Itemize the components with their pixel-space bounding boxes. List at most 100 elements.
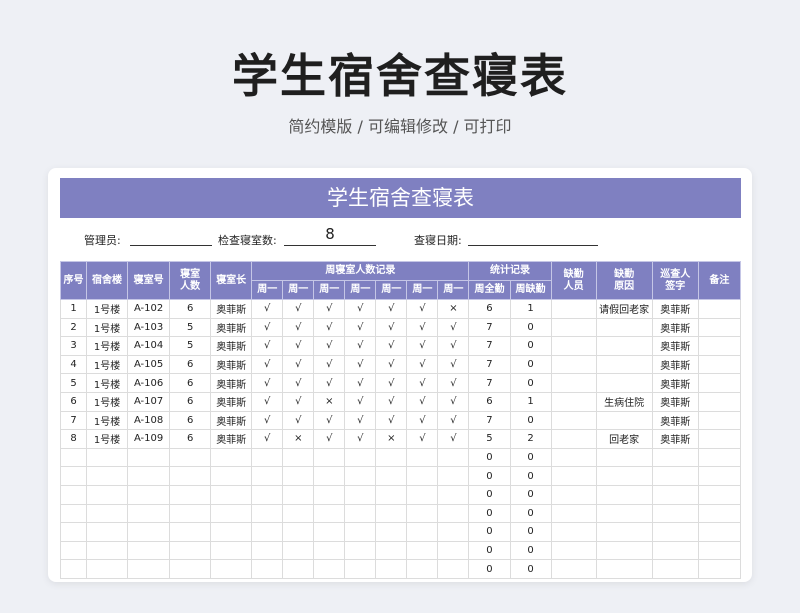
absence-reason-cell[interactable] [595, 484, 653, 505]
day-check-cell[interactable]: √ [313, 317, 346, 338]
day-check-cell[interactable]: √ [437, 410, 470, 431]
inspector-signature-cell[interactable] [651, 503, 699, 524]
inspector-signature-cell[interactable] [651, 559, 699, 579]
room-cell[interactable]: A-105 [127, 354, 171, 375]
absentees-cell[interactable] [550, 559, 597, 579]
day-check-cell[interactable]: √ [406, 429, 439, 449]
day-check-cell[interactable]: × [437, 299, 470, 319]
day-check-cell[interactable] [344, 466, 377, 486]
day-check-cell[interactable]: √ [344, 354, 377, 375]
absence-count-cell[interactable]: 0 [509, 484, 552, 505]
day-check-cell[interactable]: × [313, 391, 346, 412]
day-check-cell[interactable]: √ [251, 317, 284, 338]
building-cell[interactable]: 1号楼 [86, 336, 129, 356]
day-check-cell[interactable] [251, 466, 284, 486]
absentees-cell[interactable] [550, 429, 597, 449]
day-check-cell[interactable]: √ [406, 373, 439, 393]
remark-cell[interactable] [697, 317, 742, 338]
inspector-signature-cell[interactable]: 奥菲斯 [651, 299, 699, 319]
inspector-signature-cell[interactable] [651, 484, 699, 505]
day-check-cell[interactable]: √ [313, 410, 346, 431]
absence-count-cell[interactable]: 0 [509, 373, 552, 393]
building-cell[interactable]: 1号楼 [86, 429, 129, 449]
leader-cell[interactable] [210, 559, 253, 579]
day-check-cell[interactable]: √ [344, 429, 377, 449]
day-check-cell[interactable]: √ [375, 317, 408, 338]
day-check-cell[interactable]: √ [406, 354, 439, 375]
inspector-signature-cell[interactable]: 奥菲斯 [651, 410, 699, 431]
absence-count-cell[interactable]: 0 [509, 336, 552, 356]
inspection-date-input-line[interactable] [468, 245, 598, 246]
inspector-signature-cell[interactable]: 奥菲斯 [651, 391, 699, 412]
day-check-cell[interactable]: √ [282, 373, 315, 393]
full-attendance-cell[interactable]: 6 [468, 391, 511, 412]
building-cell[interactable]: 1号楼 [86, 299, 129, 319]
absence-reason-cell[interactable] [595, 373, 653, 393]
day-check-cell[interactable]: √ [251, 391, 284, 412]
leader-cell[interactable] [210, 484, 253, 505]
day-check-cell[interactable]: √ [437, 336, 470, 356]
remark-cell[interactable] [697, 299, 742, 319]
day-check-cell[interactable] [251, 522, 284, 542]
day-check-cell[interactable] [375, 503, 408, 524]
absence-reason-cell[interactable] [595, 447, 653, 468]
absence-count-cell[interactable]: 0 [509, 503, 552, 524]
leader-cell[interactable]: 奥菲斯 [210, 429, 253, 449]
occupants-cell[interactable] [169, 484, 212, 505]
building-cell[interactable] [86, 447, 129, 468]
remark-cell[interactable] [697, 391, 742, 412]
leader-cell[interactable]: 奥菲斯 [210, 391, 253, 412]
inspector-signature-cell[interactable]: 奥菲斯 [651, 373, 699, 393]
day-check-cell[interactable]: √ [251, 410, 284, 431]
full-attendance-cell[interactable]: 0 [468, 522, 511, 542]
full-attendance-cell[interactable]: 5 [468, 429, 511, 449]
day-check-cell[interactable] [344, 522, 377, 542]
day-check-cell[interactable]: √ [437, 354, 470, 375]
building-cell[interactable] [86, 503, 129, 524]
day-check-cell[interactable]: √ [375, 373, 408, 393]
day-check-cell[interactable]: √ [313, 373, 346, 393]
room-cell[interactable] [127, 540, 171, 561]
occupants-cell[interactable]: 6 [169, 373, 212, 393]
leader-cell[interactable] [210, 466, 253, 486]
inspector-signature-cell[interactable]: 奥菲斯 [651, 317, 699, 338]
day-check-cell[interactable]: √ [251, 429, 284, 449]
absence-reason-cell[interactable] [595, 317, 653, 338]
building-cell[interactable]: 1号楼 [86, 373, 129, 393]
room-count-value[interactable]: 8 [284, 225, 376, 243]
day-check-cell[interactable] [313, 447, 346, 468]
day-check-cell[interactable] [344, 559, 377, 579]
inspector-signature-cell[interactable] [651, 540, 699, 561]
day-check-cell[interactable]: √ [282, 299, 315, 319]
occupants-cell[interactable]: 5 [169, 336, 212, 356]
manager-input-line[interactable] [130, 245, 212, 246]
building-cell[interactable]: 1号楼 [86, 410, 129, 431]
leader-cell[interactable]: 奥菲斯 [210, 336, 253, 356]
leader-cell[interactable]: 奥菲斯 [210, 299, 253, 319]
absentees-cell[interactable] [550, 336, 597, 356]
full-attendance-cell[interactable]: 0 [468, 484, 511, 505]
day-check-cell[interactable]: √ [375, 336, 408, 356]
remark-cell[interactable] [697, 410, 742, 431]
day-check-cell[interactable]: √ [437, 373, 470, 393]
seq-cell[interactable]: 6 [59, 391, 88, 412]
seq-cell[interactable]: 8 [59, 429, 88, 449]
day-check-cell[interactable] [313, 484, 346, 505]
room-cell[interactable]: A-109 [127, 429, 171, 449]
room-cell[interactable] [127, 503, 171, 524]
day-check-cell[interactable]: √ [406, 336, 439, 356]
room-cell[interactable]: A-103 [127, 317, 171, 338]
day-check-cell[interactable]: √ [344, 391, 377, 412]
absentees-cell[interactable] [550, 466, 597, 486]
day-check-cell[interactable] [437, 559, 470, 579]
day-check-cell[interactable] [282, 559, 315, 579]
room-cell[interactable]: A-104 [127, 336, 171, 356]
day-check-cell[interactable]: √ [375, 391, 408, 412]
building-cell[interactable]: 1号楼 [86, 317, 129, 338]
leader-cell[interactable] [210, 522, 253, 542]
day-check-cell[interactable]: √ [375, 410, 408, 431]
day-check-cell[interactable]: √ [344, 317, 377, 338]
day-check-cell[interactable]: √ [251, 354, 284, 375]
seq-cell[interactable] [59, 559, 88, 579]
day-check-cell[interactable] [375, 540, 408, 561]
